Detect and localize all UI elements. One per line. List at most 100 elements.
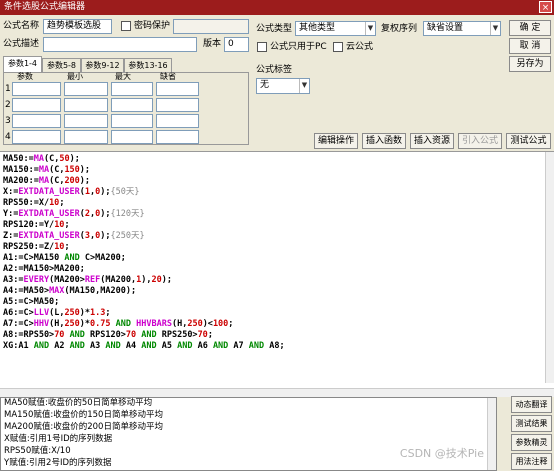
code-line: XG:A1 AND A2 AND A3 AND A4 AND A5 AND A6… — [3, 341, 285, 352]
param-default-input[interactable] — [156, 98, 199, 112]
param-min-input[interactable] — [64, 82, 108, 96]
cloud-checkbox[interactable] — [333, 42, 343, 52]
code-line: X:=EXTDATA_USER(1,0);{50天} — [3, 187, 140, 198]
code-token: ); — [161, 275, 172, 285]
password-label: 密码保护 — [134, 21, 171, 31]
edit-operation-button[interactable]: 编辑操作 — [314, 133, 358, 149]
param-default-input[interactable] — [156, 130, 199, 144]
version-input[interactable]: 0 — [224, 37, 249, 52]
param-name-input[interactable] — [12, 114, 61, 128]
code-token: MA — [38, 165, 50, 175]
formula-name-label: 公式名称 — [3, 21, 40, 31]
ok-button[interactable]: 确 定 — [509, 20, 551, 36]
param-row-number: 2 — [5, 100, 11, 110]
import-formula-button[interactable]: 引入公式 — [458, 133, 502, 149]
code-line: A5:=C>MA50; — [3, 297, 59, 308]
restore-series-select[interactable]: 缺省设置 ▼ — [423, 21, 501, 36]
code-token: AND — [105, 341, 121, 351]
code-token: A5 — [156, 341, 178, 351]
code-token: RPS120:=Y/ — [3, 220, 55, 230]
tab-params-5-8[interactable]: 参数5-8 — [42, 58, 81, 73]
param-max-input[interactable] — [111, 82, 153, 96]
code-token: AND — [69, 341, 85, 351]
pc-only-checkbox[interactable] — [257, 42, 267, 52]
formula-desc-input[interactable] — [43, 37, 197, 52]
param-header-name: 参数 — [17, 72, 33, 81]
formula-tag-select[interactable]: 无 ▼ — [256, 78, 310, 94]
code-token: A8; — [264, 341, 285, 351]
tab-params-1-4[interactable]: 参数1-4 — [3, 56, 42, 73]
code-token: (H, — [49, 319, 65, 329]
usage-notes-button[interactable]: 用法注释 — [511, 453, 552, 470]
editor-vertical-scrollbar[interactable] — [545, 152, 554, 383]
code-token: HHV — [33, 319, 50, 329]
code-token: RPS250> — [156, 330, 198, 340]
param-max-input[interactable] — [111, 130, 153, 144]
code-token: AND — [141, 341, 157, 351]
param-min-input[interactable] — [64, 130, 108, 144]
code-token: AND — [69, 330, 85, 340]
param-name-input[interactable] — [12, 82, 61, 96]
help-line: MA50赋值:收盘价的50日简单移动平均 — [4, 398, 153, 408]
code-token: ; — [207, 330, 213, 340]
code-token: A4:=MA50> — [3, 286, 50, 296]
code-token: 20 — [151, 275, 162, 285]
tab-params-13-16[interactable]: 参数13-16 — [124, 58, 172, 73]
code-token: RPS120> — [84, 330, 126, 340]
code-line: RPS250:=Z/10; — [3, 242, 70, 253]
formula-name-input[interactable]: 趋势模板选股 — [43, 19, 112, 34]
save-as-button[interactable]: 另存为 — [509, 56, 551, 72]
test-result-button[interactable]: 测试结果 — [511, 415, 552, 432]
code-token: EVERY — [23, 275, 50, 285]
window-titlebar: 条件选股公式编辑器 — [0, 0, 554, 15]
password-checkbox[interactable] — [121, 21, 131, 31]
param-name-input[interactable] — [12, 130, 61, 144]
tab-params-9-12[interactable]: 参数9-12 — [81, 58, 124, 73]
help-scrollbar[interactable] — [487, 398, 496, 470]
code-token: A3 — [84, 341, 106, 351]
code-line: A1:=C>MA150 AND C>MA200; — [3, 253, 126, 264]
code-token: {50天} — [110, 187, 140, 197]
code-token: RPS50:=X/ — [3, 198, 50, 208]
code-token: )* — [79, 308, 91, 318]
param-default-input[interactable] — [156, 82, 199, 96]
code-token: (MA200> — [49, 275, 85, 285]
param-max-input[interactable] — [111, 98, 153, 112]
code-token: ); — [79, 165, 91, 175]
code-line: A4:=MA50>MAX(MA150,MA200); — [3, 286, 136, 297]
insert-resource-button[interactable]: 插入资源 — [410, 133, 454, 149]
code-token: )< — [202, 319, 213, 329]
password-input[interactable] — [173, 19, 249, 34]
formula-desc-label: 公式描述 — [3, 39, 40, 49]
version-label: 版本 — [203, 39, 222, 49]
code-token: LLV — [33, 308, 50, 318]
insert-function-button[interactable]: 插入函数 — [362, 133, 406, 149]
code-token: AND — [248, 341, 265, 351]
param-wizard-button[interactable]: 参数精灵 — [511, 434, 552, 451]
help-line: MA150赋值:收盘价的150日简单移动平均 — [4, 410, 163, 420]
param-min-input[interactable] — [64, 98, 108, 112]
chevron-down-icon: ▼ — [299, 79, 309, 93]
code-token: EXTDATA_USER — [18, 209, 80, 219]
code-editor[interactable]: MA50:=MA(C,50); MA150:=MA(C,150); MA200:=M… — [0, 151, 554, 397]
code-token: ; — [64, 242, 70, 252]
code-token: ); — [100, 187, 111, 197]
code-line: A8:=RPS50>70 AND RPS120>70 AND RPS250>70… — [3, 330, 213, 341]
help-line: X赋值:引用1号ID的序列数据 — [4, 434, 113, 444]
close-icon[interactable]: × — [539, 1, 552, 13]
param-row-number: 1 — [5, 84, 11, 94]
test-formula-button[interactable]: 测试公式 — [506, 133, 551, 149]
code-token: A5:=C>MA50; — [3, 297, 60, 307]
param-header-default: 缺省 — [160, 72, 176, 81]
param-min-input[interactable] — [64, 114, 108, 128]
code-token: 1.3 — [90, 308, 106, 318]
code-token: AND — [115, 319, 132, 329]
formula-type-select[interactable]: 其他类型 ▼ — [295, 21, 376, 36]
param-name-input[interactable] — [12, 98, 61, 112]
cancel-button[interactable]: 取 消 — [509, 38, 551, 54]
param-default-input[interactable] — [156, 114, 199, 128]
param-max-input[interactable] — [111, 114, 153, 128]
editor-horizontal-scrollbar[interactable] — [0, 388, 554, 397]
help-line: RPS50赋值:X/10 — [4, 446, 71, 456]
dynamic-translate-button[interactable]: 动态翻译 — [511, 396, 552, 413]
